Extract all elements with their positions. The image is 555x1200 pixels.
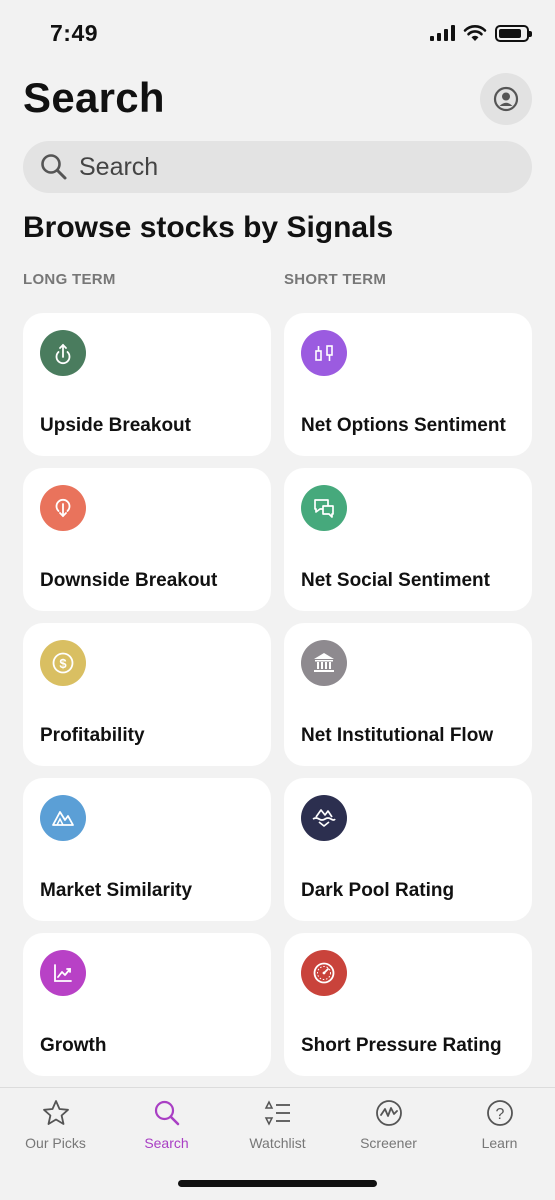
section-title: Browse stocks by Signals xyxy=(23,211,394,244)
user-avatar-icon xyxy=(493,86,519,112)
long-term-header: LONG TERM xyxy=(23,271,116,288)
cellular-signal-icon xyxy=(430,25,455,41)
signal-card-market-similarity[interactable]: Market Similarity xyxy=(23,778,271,921)
signal-card-label: Upside Breakout xyxy=(40,415,191,436)
waves-icon xyxy=(301,795,347,841)
signal-card-short-pressure-rating[interactable]: Short Pressure Rating xyxy=(284,933,532,1076)
home-indicator xyxy=(178,1180,377,1187)
star-icon xyxy=(42,1100,69,1125)
search-icon xyxy=(41,154,67,180)
tab-label: Our Picks xyxy=(25,1135,86,1151)
search-icon xyxy=(154,1100,179,1126)
battery-icon xyxy=(495,24,532,42)
tab-label: Search xyxy=(144,1135,189,1151)
signal-card-net-social-sentiment[interactable]: Net Social Sentiment xyxy=(284,468,532,611)
signal-card-label: Growth xyxy=(40,1035,107,1056)
tab-label: Learn xyxy=(481,1135,518,1151)
signal-card-label: Market Similarity xyxy=(40,880,193,901)
mountains-icon xyxy=(40,795,86,841)
upside-arrow-icon xyxy=(40,330,86,376)
search-input[interactable] xyxy=(79,152,499,182)
wifi-icon xyxy=(463,25,487,41)
sliders-icon xyxy=(301,330,347,376)
question-icon: ? xyxy=(486,1100,513,1126)
signal-card-label: Downside Breakout xyxy=(40,570,218,591)
signal-card-profitability[interactable]: $ Profitability xyxy=(23,623,271,766)
signal-card-dark-pool-rating[interactable]: Dark Pool Rating xyxy=(284,778,532,921)
dollar-coin-icon: $ xyxy=(40,640,86,686)
signal-card-growth[interactable]: Growth xyxy=(23,933,271,1076)
signal-card-net-options-sentiment[interactable]: Net Options Sentiment xyxy=(284,313,532,456)
tab-label: Watchlist xyxy=(249,1135,306,1151)
tab-search[interactable]: Search xyxy=(111,1098,222,1151)
list-icon xyxy=(264,1100,290,1126)
svg-text:$: $ xyxy=(59,656,67,671)
signal-card-label: Net Social Sentiment xyxy=(301,570,490,591)
tab-screener[interactable]: Screener xyxy=(333,1098,444,1151)
page-title: Search xyxy=(23,74,165,121)
signal-card-downside-breakout[interactable]: Downside Breakout xyxy=(23,468,271,611)
signal-card-label: Profitability xyxy=(40,725,145,746)
status-time: 7:49 xyxy=(50,20,99,46)
status-icons xyxy=(430,24,532,42)
status-bar: 7:49 xyxy=(0,0,555,62)
tab-watchlist[interactable]: Watchlist xyxy=(222,1098,333,1151)
search-bar[interactable] xyxy=(23,141,532,193)
bank-icon xyxy=(301,640,347,686)
signal-card-label: Net Institutional Flow xyxy=(301,725,494,746)
svg-text:?: ? xyxy=(495,1106,504,1123)
tab-label: Screener xyxy=(360,1135,417,1151)
trend-chart-icon xyxy=(40,950,86,996)
tab-learn[interactable]: ? Learn xyxy=(444,1098,555,1151)
tab-our-picks[interactable]: Our Picks xyxy=(0,1098,111,1151)
short-term-header: SHORT TERM xyxy=(284,271,387,288)
signal-card-label: Dark Pool Rating xyxy=(301,880,455,901)
downside-arrow-icon xyxy=(40,485,86,531)
profile-button[interactable] xyxy=(480,73,532,125)
gauge-icon xyxy=(301,950,347,996)
chat-bubbles-icon xyxy=(301,485,347,531)
signal-card-upside-breakout[interactable]: Upside Breakout xyxy=(23,313,271,456)
signal-card-label: Short Pressure Rating xyxy=(301,1035,502,1056)
screener-icon xyxy=(375,1100,402,1126)
signal-card-label: Net Options Sentiment xyxy=(301,415,506,436)
signal-card-net-institutional-flow[interactable]: Net Institutional Flow xyxy=(284,623,532,766)
